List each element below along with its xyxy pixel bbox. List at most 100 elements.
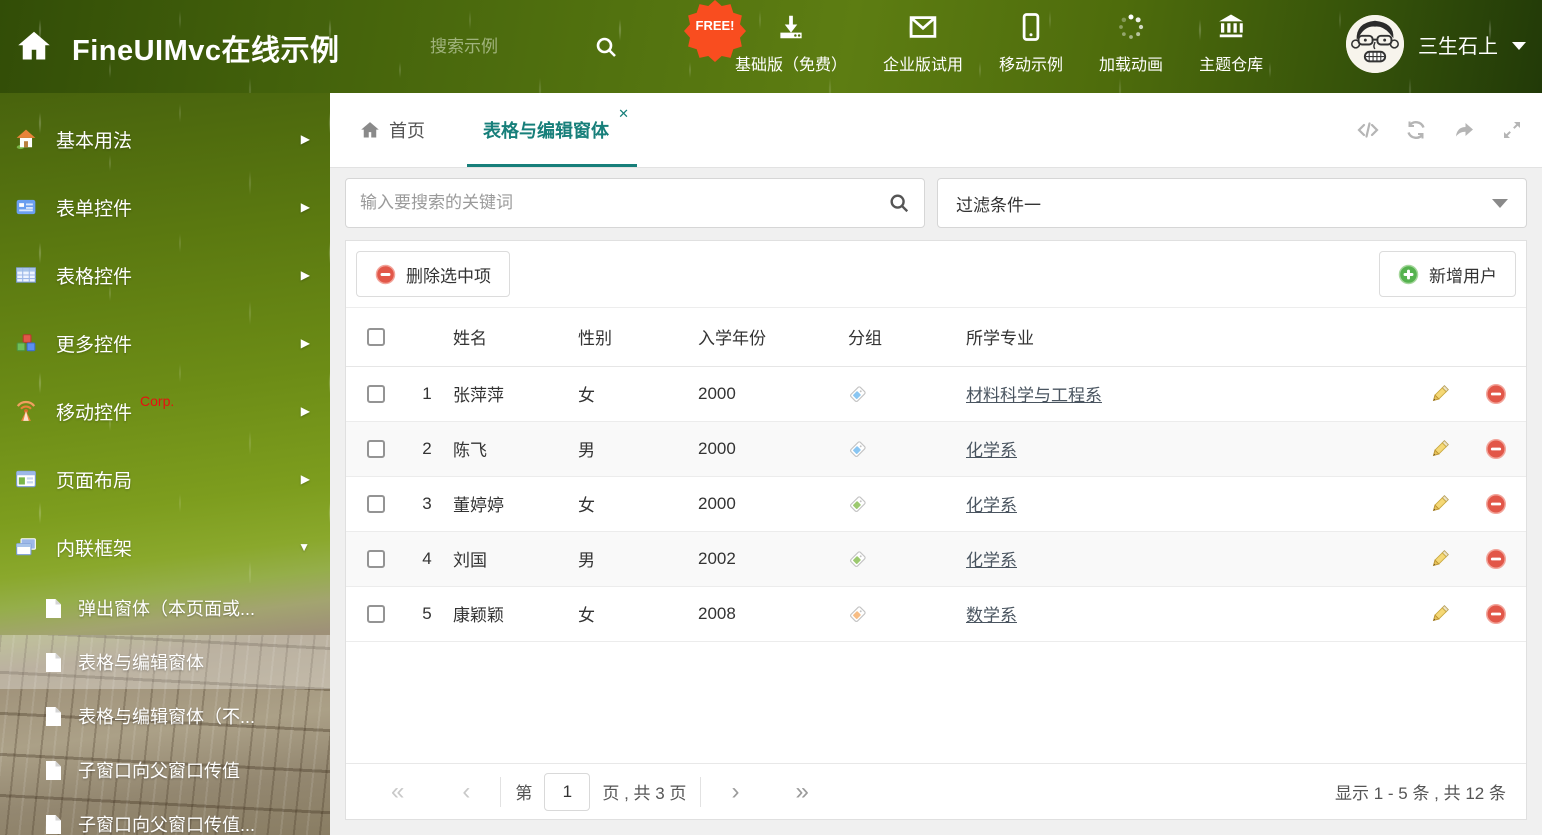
row-checkbox[interactable] <box>367 384 385 403</box>
next-page-button[interactable]: › <box>731 779 739 804</box>
cell-group <box>848 366 966 422</box>
header-search-input[interactable] <box>430 37 580 57</box>
keyword-search-input[interactable] <box>360 193 888 213</box>
tag-icon <box>850 551 866 567</box>
user-menu[interactable]: 三生石上 <box>1346 15 1526 73</box>
edit-icon[interactable] <box>1429 383 1451 405</box>
page-prefix: 第 <box>515 784 533 803</box>
sidebar-subitem-popup-window[interactable]: 弹出窗体（本页面或... <box>0 581 330 635</box>
download-icon <box>780 15 802 39</box>
cell-name: 张萍萍 <box>453 366 578 422</box>
home-icon[interactable] <box>16 28 52 64</box>
row-checkbox[interactable] <box>367 549 385 568</box>
sidebar-item-grid-controls[interactable]: 表格控件 ▶ <box>0 241 330 309</box>
sidebar-subitem-child-to-parent-2[interactable]: 子窗口向父窗口传值... <box>0 797 330 835</box>
first-page-button[interactable]: « <box>391 779 404 804</box>
cell-group <box>848 586 966 642</box>
major-link[interactable]: 数学系 <box>966 606 1017 625</box>
sidebar-item-mobile-controls[interactable]: 移动控件 Corp. ▶ <box>0 377 330 445</box>
major-link[interactable]: 化学系 <box>966 441 1017 460</box>
share-button[interactable] <box>1452 118 1476 142</box>
sidebar: 基本用法 ▶ 表单控件 ▶ 表格控件 ▶ 更多控件 ▶ 移动控件 Corp. ▶… <box>0 93 330 835</box>
delete-icon[interactable] <box>1485 438 1507 460</box>
frames-icon <box>15 536 41 558</box>
nav-label: 主题仓库 <box>1199 57 1264 74</box>
major-link[interactable]: 材料科学与工程系 <box>966 386 1102 405</box>
cell-year: 2002 <box>698 531 848 587</box>
sidebar-item-form-controls[interactable]: 表单控件 ▶ <box>0 173 330 241</box>
sidebar-item-inline-frames[interactable]: 内联框架 ▼ <box>0 513 330 581</box>
delete-icon[interactable] <box>1485 493 1507 515</box>
chevron-right-icon: ▶ <box>300 132 310 146</box>
main-area: 首页 表格与编辑窗体 ✕ 过滤条件一 <box>330 93 1542 835</box>
form-icon <box>15 196 41 218</box>
delete-selected-button[interactable]: 删除选中项 <box>356 251 510 297</box>
major-link[interactable]: 化学系 <box>966 496 1017 515</box>
app-title: FineUIMvc在线示例 <box>72 35 340 67</box>
pager-divider <box>500 776 502 807</box>
nav-basic-edition[interactable]: 基础版（免费） <box>735 12 847 75</box>
search-icon[interactable] <box>594 35 618 59</box>
tab-grid-edit-window[interactable]: 表格与编辑窗体 ✕ <box>467 93 637 167</box>
page-number-input[interactable] <box>544 772 591 811</box>
nav-label: 加载动画 <box>1099 57 1164 74</box>
nav-theme-repo[interactable]: 主题仓库 <box>1199 12 1263 75</box>
edit-icon[interactable] <box>1429 548 1451 570</box>
bank-icon <box>1219 14 1243 38</box>
chevron-right-icon: ▶ <box>300 472 310 486</box>
sidebar-subitem-child-to-parent[interactable]: 子窗口向父窗口传值 <box>0 743 330 797</box>
data-grid: 姓名 性别 入学年份 分组 所学专业 1 张萍萍 女 2000 材料科学与工程系… <box>346 308 1526 642</box>
chevron-right-icon: ▶ <box>300 404 310 418</box>
select-all-checkbox[interactable] <box>367 327 385 346</box>
nav-enterprise-trial[interactable]: 企业版试用 <box>883 12 963 75</box>
row-checkbox[interactable] <box>367 604 385 623</box>
filter-dropdown[interactable]: 过滤条件一 <box>937 178 1527 228</box>
edit-icon[interactable] <box>1429 603 1451 625</box>
prev-page-button[interactable]: ‹ <box>462 779 470 804</box>
tab-home[interactable]: 首页 <box>360 93 425 167</box>
grid-empty-area <box>346 642 1526 764</box>
header-search <box>430 30 630 64</box>
page-icon <box>44 760 63 781</box>
delete-icon[interactable] <box>1485 548 1507 570</box>
sidebar-item-basic-usage[interactable]: 基本用法 ▶ <box>0 105 330 173</box>
refresh-button[interactable] <box>1404 118 1428 142</box>
edit-icon[interactable] <box>1429 438 1451 460</box>
row-checkbox[interactable] <box>367 439 385 458</box>
code-button[interactable] <box>1356 118 1380 142</box>
home-icon <box>361 122 379 138</box>
sidebar-subitem-grid-edit-window[interactable]: 表格与编辑窗体 <box>0 635 330 689</box>
search-icon[interactable] <box>888 192 910 214</box>
nav-loading-animation[interactable]: 加载动画 <box>1099 12 1163 75</box>
tag-icon <box>850 496 866 512</box>
col-group: 分组 <box>848 308 966 367</box>
major-link[interactable]: 化学系 <box>966 551 1017 570</box>
tab-bar: 首页 表格与编辑窗体 ✕ <box>330 93 1542 168</box>
sidebar-item-more-controls[interactable]: 更多控件 ▶ <box>0 309 330 377</box>
edit-icon[interactable] <box>1429 493 1451 515</box>
cell-year: 2000 <box>698 476 848 532</box>
last-page-button[interactable]: » <box>795 779 808 804</box>
grid-header-row: 姓名 性别 入学年份 分组 所学专业 <box>346 308 1526 367</box>
delete-icon[interactable] <box>1485 603 1507 625</box>
row-checkbox[interactable] <box>367 494 385 513</box>
active-tab-underline <box>467 164 637 167</box>
expand-button[interactable] <box>1500 118 1524 142</box>
sidebar-item-page-layout[interactable]: 页面布局 ▶ <box>0 445 330 513</box>
corp-badge: Corp. <box>140 393 175 409</box>
tag-icon <box>850 606 866 622</box>
col-gender: 性别 <box>578 308 698 367</box>
page-icon <box>44 706 63 727</box>
delete-icon[interactable] <box>1485 383 1507 405</box>
table-row: 1 张萍萍 女 2000 材料科学与工程系 <box>346 366 1526 422</box>
sidebar-subitem-grid-edit-window-2[interactable]: 表格与编辑窗体（不... <box>0 689 330 743</box>
close-icon[interactable]: ✕ <box>618 106 629 122</box>
cell-gender: 男 <box>578 421 698 477</box>
tab-toolbar <box>1356 93 1524 167</box>
nav-mobile-demo[interactable]: 移动示例 <box>999 12 1063 75</box>
add-user-button[interactable]: 新增用户 <box>1379 251 1516 297</box>
cell-name: 陈飞 <box>453 421 578 477</box>
cell-group <box>848 476 966 532</box>
table-row: 3 董婷婷 女 2000 化学系 <box>346 476 1526 532</box>
page-suffix: 页 , 共 3 页 <box>602 784 687 803</box>
